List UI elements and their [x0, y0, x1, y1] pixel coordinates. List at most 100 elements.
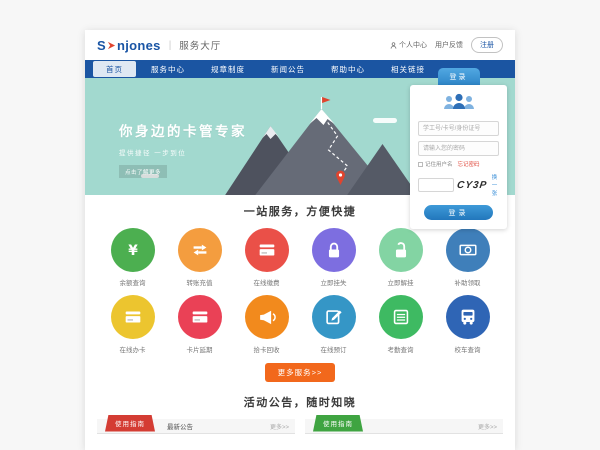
- announcements-title: 活动公告，随时知晓: [85, 394, 515, 410]
- service-icon-circle[interactable]: [312, 295, 356, 339]
- service-item[interactable]: 校车查询: [434, 295, 501, 354]
- announcements-section: 活动公告，随时知晓 使用指南 最新公告 更多>> 使用指南 更多>>: [85, 382, 515, 450]
- users-icon: [441, 92, 477, 111]
- service-icon-circle[interactable]: [312, 228, 356, 272]
- panel-right-tabbar: 使用指南 更多>>: [305, 419, 503, 434]
- service-item[interactable]: 卡片延期: [166, 295, 233, 354]
- announcement-panels: 使用指南 最新公告 更多>> 使用指南 更多>>: [85, 410, 515, 450]
- service-label: 立即解挂: [367, 277, 434, 287]
- unlock-icon: [390, 239, 412, 261]
- remember-label: 记住用户名: [425, 160, 453, 168]
- service-label: 在线缴费: [233, 277, 300, 287]
- logo-text-1: S: [97, 38, 106, 53]
- service-icon-circle[interactable]: [111, 228, 155, 272]
- service-item[interactable]: 在线缴费: [233, 228, 300, 287]
- service-item[interactable]: 立即挂失: [300, 228, 367, 287]
- page-canvas: S njones | 服务大厅 个人中心 用户反馈: [0, 0, 600, 450]
- service-icon-circle[interactable]: [111, 295, 155, 339]
- service-icon-circle[interactable]: [446, 228, 490, 272]
- megaphone-icon: [256, 306, 278, 328]
- service-icon-circle[interactable]: [245, 228, 289, 272]
- person-icon: [390, 42, 397, 49]
- nav-item-服务中心[interactable]: 服务中心: [138, 64, 198, 75]
- tab-latest-announcements[interactable]: 最新公告: [167, 421, 193, 431]
- nav-item-帮助中心[interactable]: 帮助中心: [318, 64, 378, 75]
- service-label: 拾卡回收: [233, 344, 300, 354]
- user-feedback-link[interactable]: 用户反馈: [435, 40, 463, 50]
- logo-arrow-icon: [107, 41, 116, 50]
- yen-icon: [122, 239, 144, 261]
- card-icon: [189, 306, 211, 328]
- service-item[interactable]: 补助领取: [434, 228, 501, 287]
- username-input[interactable]: [418, 121, 499, 136]
- more-services-button[interactable]: 更多服务>>: [265, 363, 336, 382]
- nav-item-首页[interactable]: 首页: [93, 61, 136, 77]
- captcha-refresh-link[interactable]: 换一张: [490, 173, 499, 197]
- service-label: 在线预订: [300, 344, 367, 354]
- site-header: S njones | 服务大厅 个人中心 用户反馈: [85, 30, 515, 60]
- more-link-right[interactable]: 更多>>: [478, 422, 497, 431]
- edit-icon: [323, 306, 345, 328]
- service-icon-circle[interactable]: [446, 295, 490, 339]
- service-item[interactable]: 在线办卡: [99, 295, 166, 354]
- services-grid: 余额查询 转账充值 在线缴费 立即挂失: [85, 219, 515, 354]
- personal-center-link[interactable]: 个人中心: [390, 40, 427, 50]
- service-label: 立即挂失: [300, 277, 367, 287]
- service-icon-circle[interactable]: [245, 295, 289, 339]
- login-panel: 登录 记住用户名 忘记密码 CY3P 换一张: [410, 68, 507, 229]
- remember-checkbox[interactable]: [418, 162, 423, 167]
- panel-left-tabbar: 使用指南 最新公告 更多>>: [97, 419, 295, 434]
- captcha-input[interactable]: [418, 178, 454, 192]
- service-item[interactable]: 立即解挂: [367, 228, 434, 287]
- hero-copy: 你身边的卡管专家 提供捷径 一步到位 点击了解更多: [119, 120, 247, 179]
- transfer-icon: [189, 239, 211, 261]
- logo: S njones: [97, 38, 161, 53]
- personal-center-label: 个人中心: [399, 40, 427, 50]
- login-submit-button[interactable]: 登录: [424, 205, 492, 220]
- nav-item-新闻公告[interactable]: 新闻公告: [258, 64, 318, 75]
- service-label: 在线办卡: [99, 344, 166, 354]
- service-icon-circle[interactable]: [178, 295, 222, 339]
- service-icon-circle[interactable]: [379, 295, 423, 339]
- tab-usage-guide-right[interactable]: 使用指南: [313, 415, 363, 432]
- service-item[interactable]: 余额查询: [99, 228, 166, 287]
- service-item[interactable]: 转账充值: [166, 228, 233, 287]
- service-label: 考勤查询: [367, 344, 434, 354]
- service-label: 卡片延期: [166, 344, 233, 354]
- hero-subtitle: 提供捷径 一步到位: [119, 147, 247, 157]
- banknote-icon: [457, 239, 479, 261]
- list-icon: [390, 306, 412, 328]
- announcement-panel-left: 使用指南 最新公告 更多>>: [97, 419, 295, 450]
- service-label: 转账充值: [166, 277, 233, 287]
- password-input[interactable]: [418, 141, 499, 156]
- portal-name: 服务大厅: [179, 38, 221, 52]
- announcement-panel-right: 使用指南 更多>>: [305, 419, 503, 450]
- login-form: 记住用户名 忘记密码 CY3P 换一张 登录: [410, 85, 507, 229]
- captcha-row: CY3P 换一张: [418, 173, 499, 197]
- nav-item-规章制度[interactable]: 规章制度: [198, 64, 258, 75]
- service-item[interactable]: 考勤查询: [367, 295, 434, 354]
- service-label: 余额查询: [99, 277, 166, 287]
- forgot-password-link[interactable]: 忘记密码: [458, 160, 480, 168]
- register-button[interactable]: 注册: [471, 37, 503, 53]
- service-item[interactable]: 拾卡回收: [233, 295, 300, 354]
- panel-left-body: [97, 434, 295, 450]
- site-page: S njones | 服务大厅 个人中心 用户反馈: [85, 30, 515, 450]
- hero-title: 你身边的卡管专家: [119, 120, 247, 140]
- tab-usage-guide-left[interactable]: 使用指南: [105, 415, 155, 432]
- bus-icon: [457, 306, 479, 328]
- more-link-left[interactable]: 更多>>: [270, 422, 289, 431]
- lock-icon: [323, 239, 345, 261]
- logo-text-2: njones: [117, 38, 161, 53]
- service-icon-circle[interactable]: [178, 228, 222, 272]
- login-tab[interactable]: 登录: [438, 68, 480, 85]
- header-links: 个人中心 用户反馈 注册: [390, 37, 503, 53]
- service-item[interactable]: 在线预订: [300, 295, 367, 354]
- captcha-image[interactable]: CY3P: [456, 180, 488, 191]
- service-label: 补助领取: [434, 277, 501, 287]
- panel-right-body: [305, 434, 503, 450]
- service-icon-circle[interactable]: [379, 228, 423, 272]
- hero-cta-button[interactable]: 点击了解更多: [119, 165, 167, 178]
- card-icon: [256, 239, 278, 261]
- header-divider: |: [169, 40, 172, 51]
